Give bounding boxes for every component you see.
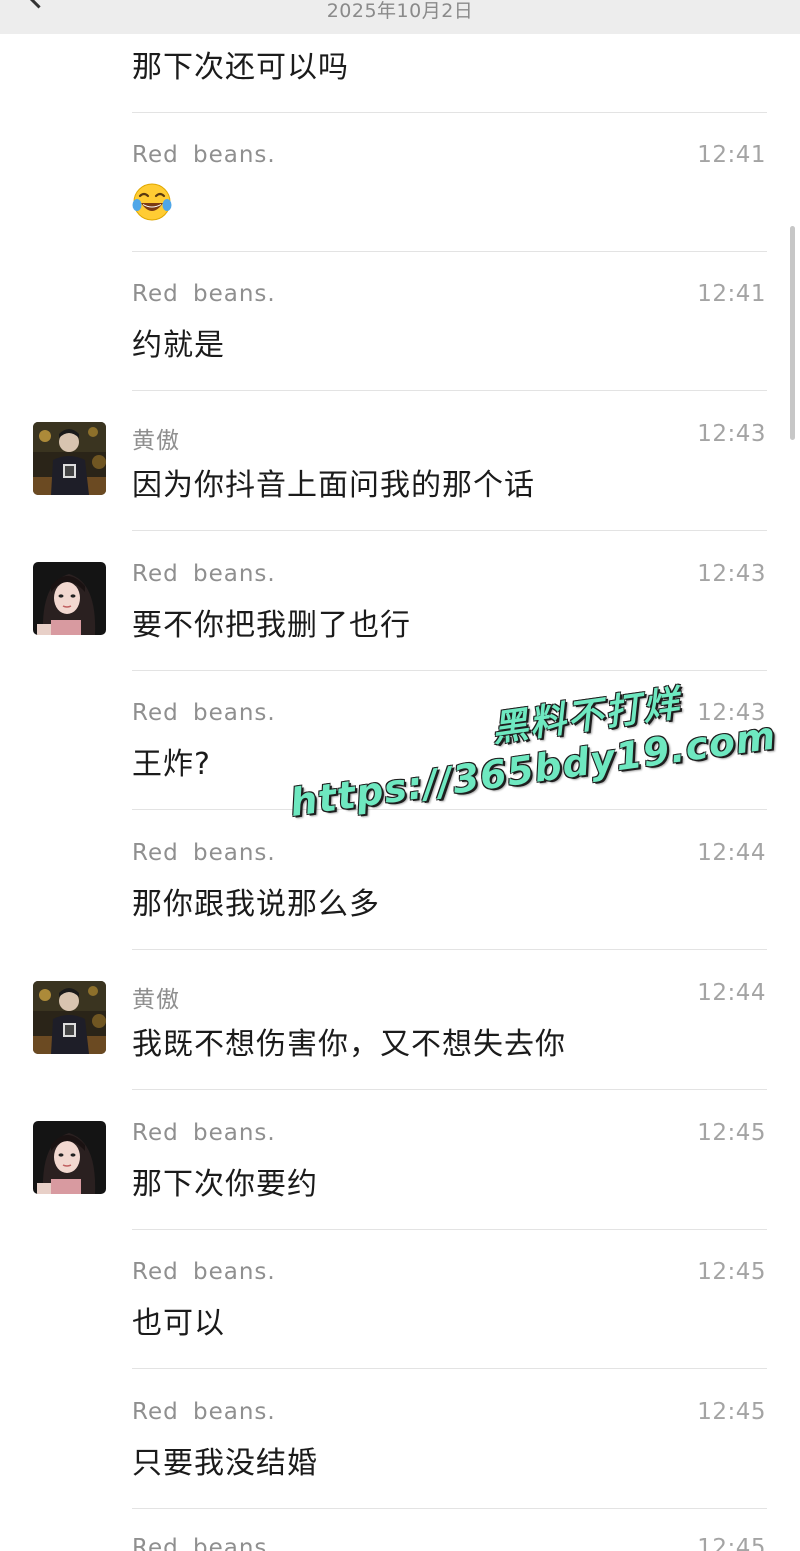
message-sender: 黄傲 <box>132 987 180 1013</box>
message-time: 12:45 <box>697 1399 766 1425</box>
message-text: 我既不想伤害你，又不想失去你 <box>132 1027 566 1062</box>
message-sender: Red beans. <box>132 561 276 587</box>
message-time: 12:41 <box>697 281 766 307</box>
message-time: 12:45 <box>697 1120 766 1146</box>
message-time: 12:45 <box>697 1535 766 1551</box>
message-divider <box>132 1368 767 1369</box>
scrollbar[interactable] <box>790 226 795 440</box>
message-text: 因为你抖音上面问我的那个话 <box>132 468 535 503</box>
header-bar: 2025年10月2日 <box>0 0 800 34</box>
male-avatar[interactable] <box>33 981 106 1054</box>
message-sender: Red beans. <box>132 1399 276 1425</box>
message-time: 12:45 <box>697 1259 766 1285</box>
message-divider <box>132 1229 767 1230</box>
message-text: 那下次你要约 <box>132 1167 318 1202</box>
watermark-overlay: 黑料不打烊 https://365bdy19.com <box>280 662 779 825</box>
header-date: 2025年10月2日 <box>326 0 474 22</box>
message-time: 12:43 <box>697 561 766 587</box>
message-divider <box>132 251 767 252</box>
message-sender: Red beans. <box>132 700 276 726</box>
message-divider <box>132 1508 767 1509</box>
message-divider <box>132 390 767 391</box>
message-divider <box>132 1089 767 1090</box>
message-text: 那你跟我说那么多 <box>132 887 380 922</box>
message-divider <box>132 112 767 113</box>
message-text: 也可以 <box>132 1306 225 1341</box>
message-text: 要不你把我删了也行 <box>132 608 411 643</box>
message-sender: Red beans. <box>132 1120 276 1146</box>
message-time: 12:43 <box>697 700 766 726</box>
female-avatar[interactable] <box>33 562 106 635</box>
chat-history-screen: 2025年10月2日 那下次还可以吗 Red beans. 12:41 Red … <box>0 0 800 1551</box>
message-sender: Red beans. <box>132 1259 276 1285</box>
male-avatar[interactable] <box>33 422 106 495</box>
tears-of-joy-emoji-icon <box>132 183 172 221</box>
message-divider <box>132 670 767 671</box>
message-sender: Red beans. <box>132 1535 276 1551</box>
female-avatar[interactable] <box>33 1121 106 1194</box>
message-time: 12:41 <box>697 142 766 168</box>
message-divider <box>132 949 767 950</box>
message-divider <box>132 809 767 810</box>
message-sender: Red beans. <box>132 142 276 168</box>
message-sender: Red beans. <box>132 281 276 307</box>
message-time: 12:43 <box>697 421 766 447</box>
message-text: 约就是 <box>132 328 225 363</box>
message-text: 只要我没结婚 <box>132 1446 318 1481</box>
message-divider <box>132 530 767 531</box>
message-sender: 黄傲 <box>132 428 180 454</box>
message-time: 12:44 <box>697 980 766 1006</box>
message-text: 王炸? <box>132 747 211 782</box>
message-sender: Red beans. <box>132 840 276 866</box>
message-text: 那下次还可以吗 <box>132 50 349 85</box>
message-time: 12:44 <box>697 840 766 866</box>
